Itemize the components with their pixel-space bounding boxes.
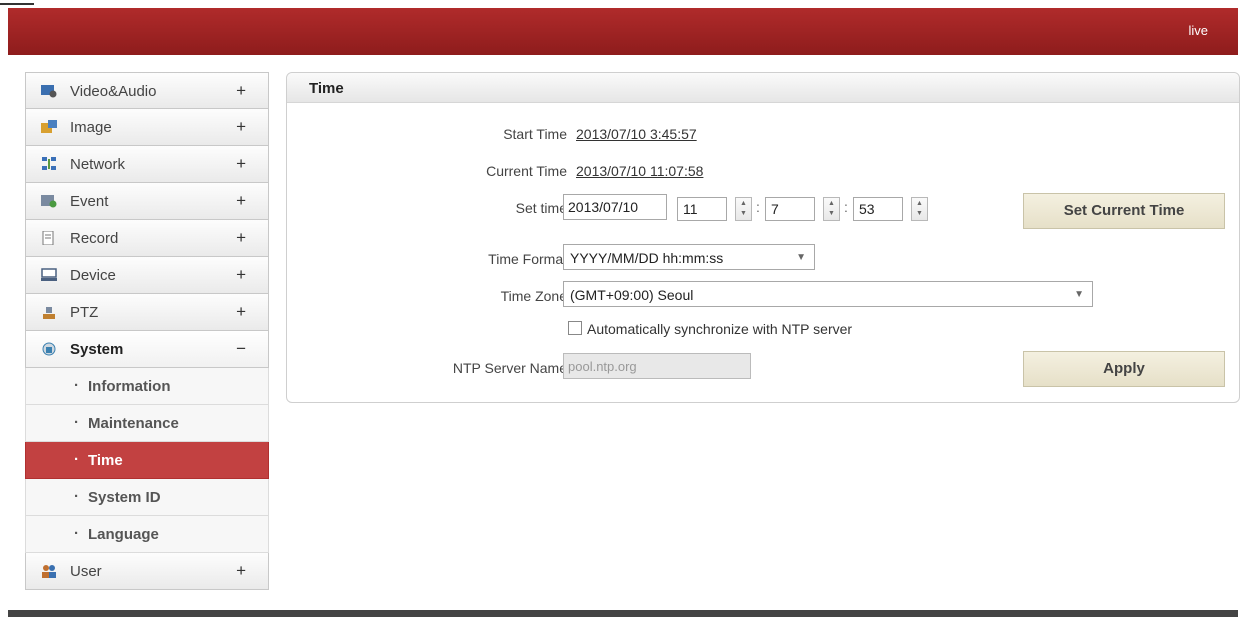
ntp-server-input[interactable] [563, 353, 751, 379]
ntp-sync-checkbox[interactable] [568, 321, 582, 335]
bottom-bar [8, 610, 1238, 617]
sidebar-item-video-audio[interactable]: Video&Audio + [25, 72, 269, 109]
time-separator: : [844, 199, 848, 215]
sidebar-item-label: User [70, 563, 102, 580]
expand-icon[interactable]: + [236, 302, 246, 322]
sidebar-item-label: Record [70, 230, 119, 247]
expand-icon[interactable]: + [236, 191, 246, 211]
corner-mark [0, 0, 34, 5]
sidebar-subitem-label: Maintenance [74, 414, 179, 432]
sidebar-item-record[interactable]: Record + [25, 220, 269, 257]
second-input[interactable] [853, 197, 903, 221]
expand-icon[interactable]: + [236, 81, 246, 101]
apply-button[interactable]: Apply [1023, 351, 1225, 387]
second-stepper[interactable]: ▲ ▼ [911, 197, 928, 221]
panel-title: Time [309, 80, 344, 97]
time-panel: Time Start Time 2013/07/10 3:45:57 Curre… [286, 72, 1240, 403]
sidebar-subitem-time[interactable]: Time [25, 442, 269, 479]
network-icon [42, 157, 56, 170]
dropdown-arrow-icon: ▼ [1074, 289, 1084, 300]
dropdown-arrow-icon: ▼ [796, 252, 806, 263]
time-zone-value: (GMT+09:00) Seoul [570, 287, 694, 303]
minute-stepper[interactable]: ▲ ▼ [823, 197, 840, 221]
sidebar-subitem-language[interactable]: Language [25, 516, 269, 553]
sidebar-item-ptz[interactable]: PTZ + [25, 294, 269, 331]
sidebar-item-user[interactable]: User + [25, 553, 269, 590]
ntp-sync-label: Automatically synchronize with NTP serve… [587, 321, 853, 337]
expand-icon[interactable]: + [236, 117, 246, 137]
minute-input[interactable] [765, 197, 815, 221]
hour-stepper[interactable]: ▲ ▼ [735, 197, 752, 221]
sidebar-item-event[interactable]: Event + [25, 183, 269, 220]
sidebar-item-system[interactable]: System − [25, 331, 269, 368]
sidebar-item-label: PTZ [70, 304, 99, 321]
sidebar-item-image[interactable]: Image + [25, 109, 269, 146]
start-time-value: 2013/07/10 3:45:57 [576, 126, 697, 142]
collapse-icon[interactable]: − [236, 339, 246, 359]
live-link[interactable]: live [1188, 23, 1208, 38]
sidebar-item-device[interactable]: Device + [25, 257, 269, 294]
time-format-select[interactable]: YYYY/MM/DD hh:mm:ss ▼ [563, 244, 815, 270]
video-audio-icon [41, 85, 57, 98]
time-zone-select[interactable]: (GMT+09:00) Seoul ▼ [563, 281, 1093, 307]
sidebar-item-label: Video&Audio [70, 83, 157, 100]
expand-icon[interactable]: + [236, 228, 246, 248]
user-icon [42, 565, 56, 578]
sidebar-item-label: System [70, 341, 124, 358]
set-date-input[interactable] [563, 194, 667, 220]
set-time-label: Set time [515, 200, 567, 216]
time-format-value: YYYY/MM/DD hh:mm:ss [570, 250, 724, 266]
sidebar-subitem-system-id[interactable]: System ID [25, 479, 269, 516]
sidebar-item-label: Device [70, 267, 116, 284]
expand-icon[interactable]: + [236, 154, 246, 174]
record-icon [42, 231, 54, 245]
event-icon [41, 195, 57, 208]
sidebar-subitem-label: System ID [74, 488, 160, 506]
sidebar-subitem-label: Information [74, 377, 170, 395]
sidebar: Video&Audio + Image + Network + Event + … [25, 72, 269, 590]
start-time-label: Start Time [503, 126, 567, 142]
image-icon [41, 120, 57, 133]
panel-header: Time [287, 73, 1239, 103]
system-icon [42, 342, 56, 356]
time-zone-label: Time Zone [500, 288, 567, 304]
current-time-value: 2013/07/10 11:07:58 [576, 163, 704, 179]
sidebar-subitem-label: Language [74, 525, 159, 543]
hour-input[interactable] [677, 197, 727, 221]
ptz-icon [43, 307, 55, 319]
set-current-time-button[interactable]: Set Current Time [1023, 193, 1225, 229]
sidebar-item-network[interactable]: Network + [25, 146, 269, 183]
expand-icon[interactable]: + [236, 265, 246, 285]
sidebar-subitem-label: Time [74, 451, 123, 469]
current-time-label: Current Time [486, 163, 567, 179]
sidebar-item-label: Event [70, 193, 109, 210]
time-format-label: Time Format [488, 251, 567, 267]
sidebar-subitem-information[interactable]: Information [25, 368, 269, 405]
expand-icon[interactable]: + [236, 561, 246, 581]
time-separator: : [756, 199, 760, 215]
top-bar: live [8, 8, 1238, 55]
sidebar-item-label: Image [70, 119, 112, 136]
sidebar-subitem-maintenance[interactable]: Maintenance [25, 405, 269, 442]
device-icon [41, 268, 57, 281]
sidebar-item-label: Network [70, 156, 126, 173]
ntp-server-label: NTP Server Name [452, 360, 567, 376]
